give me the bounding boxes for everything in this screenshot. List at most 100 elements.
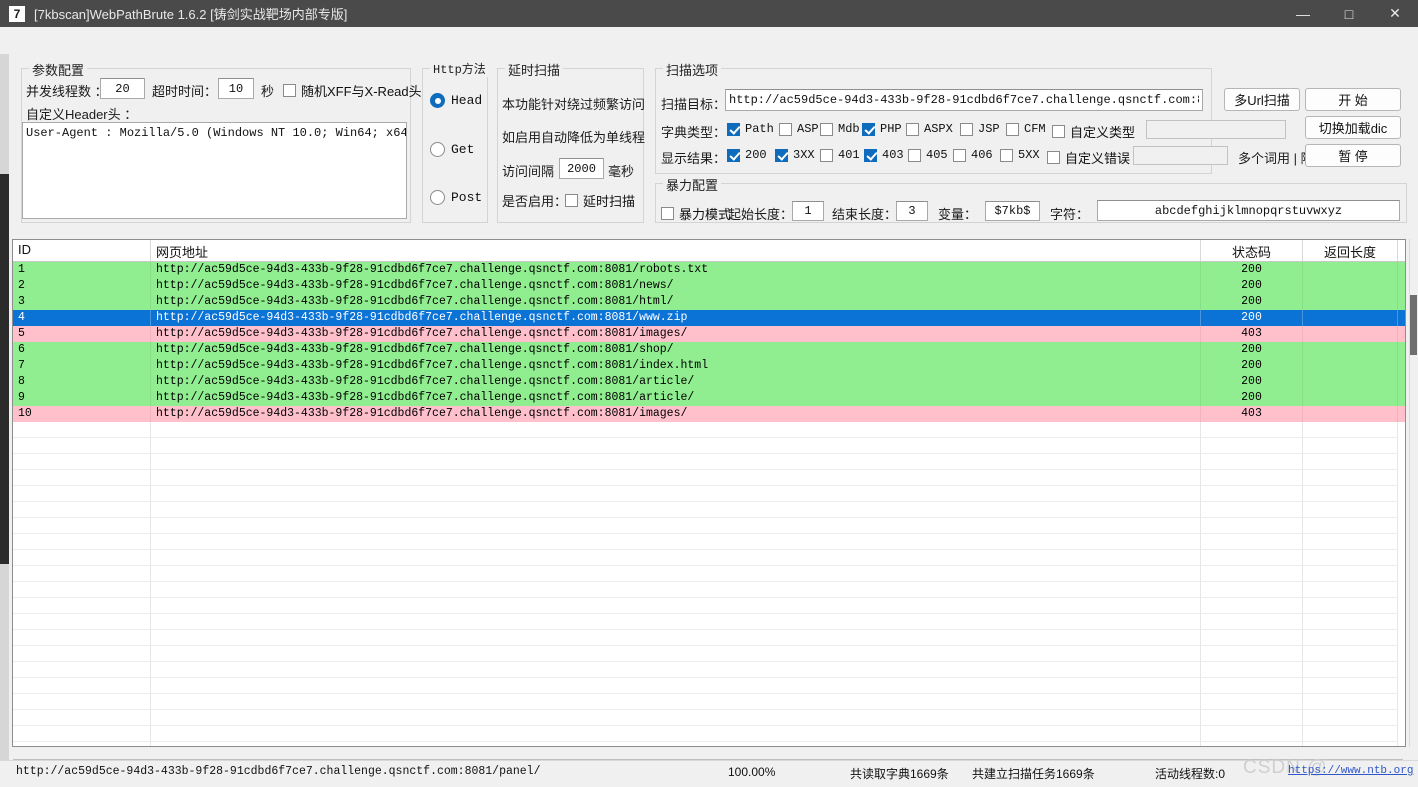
random-xff-checkbox[interactable]: 随机XFF与X-Read头: [283, 81, 422, 100]
table-empty-cell: [1201, 566, 1303, 582]
table-row[interactable]: 7 http://ac59d5ce-94d3-433b-9f28-91cdbd6f…: [13, 358, 1405, 374]
table-empty-row[interactable]: [13, 694, 1405, 710]
table-empty-cell: [151, 486, 1201, 502]
dict-type-asp[interactable]: ASP: [779, 122, 819, 136]
table-row[interactable]: 1 http://ac59d5ce-94d3-433b-9f28-91cdbd6f…: [13, 262, 1405, 278]
table-empty-row[interactable]: [13, 550, 1405, 566]
table-empty-cell: [13, 550, 151, 566]
page-scrollbar-left[interactable]: [0, 54, 9, 787]
table-row[interactable]: 6 http://ac59d5ce-94d3-433b-9f28-91cdbd6f…: [13, 342, 1405, 358]
results-scrollbar-thumb[interactable]: [1410, 295, 1417, 355]
status-filter-custom-input[interactable]: [1133, 146, 1228, 165]
table-empty-row[interactable]: [13, 566, 1405, 582]
dict-type-path[interactable]: Path: [727, 122, 774, 136]
table-empty-cell: [151, 694, 1201, 710]
brute-start-len-input[interactable]: [792, 201, 824, 221]
status-filter-3xx[interactable]: 3XX: [775, 148, 815, 162]
column-header-id[interactable]: ID: [13, 240, 151, 261]
dict-type-php[interactable]: PHP: [862, 122, 902, 136]
table-row[interactable]: 9 http://ac59d5ce-94d3-433b-9f28-91cdbd6f…: [13, 390, 1405, 406]
table-empty-cell: [151, 710, 1201, 726]
table-empty-row[interactable]: [13, 742, 1405, 746]
status-filter-405[interactable]: 405: [908, 148, 948, 162]
table-empty-row[interactable]: [13, 614, 1405, 630]
threads-input[interactable]: [100, 78, 145, 99]
maximize-icon[interactable]: □: [1326, 0, 1372, 27]
dict-type-mdb[interactable]: Mdb: [820, 122, 860, 136]
dict-type-jsp[interactable]: JSP: [960, 122, 1000, 136]
table-empty-cell: [1201, 614, 1303, 630]
status-filter-406[interactable]: 406: [953, 148, 993, 162]
close-icon[interactable]: ✕: [1372, 0, 1418, 27]
brute-variable-input[interactable]: [985, 201, 1040, 221]
table-empty-row[interactable]: [13, 438, 1405, 454]
multi-url-scan-button[interactable]: 多Url扫描: [1224, 88, 1300, 111]
status-filter-405-box: [908, 148, 921, 162]
status-filter-5xx[interactable]: 5XX: [1000, 148, 1040, 162]
table-empty-row[interactable]: [13, 726, 1405, 742]
watermark-link[interactable]: https://www.ntb.org: [1288, 765, 1413, 777]
brute-variable-label: 变量：: [938, 207, 978, 222]
http-method-head[interactable]: Head: [430, 93, 482, 108]
table-empty-row[interactable]: [13, 502, 1405, 518]
table-empty-row[interactable]: [13, 534, 1405, 550]
table-cell-url: http://ac59d5ce-94d3-433b-9f28-91cdbd6f7…: [151, 326, 1201, 342]
table-empty-row[interactable]: [13, 518, 1405, 534]
table-empty-row[interactable]: [13, 582, 1405, 598]
start-button[interactable]: 开 始: [1305, 88, 1401, 111]
timeout-input[interactable]: [218, 78, 254, 99]
delay-interval-input[interactable]: [559, 158, 604, 179]
table-cell-id: 7: [13, 358, 151, 374]
http-method-get[interactable]: Get: [430, 142, 474, 157]
table-empty-row[interactable]: [13, 486, 1405, 502]
table-row[interactable]: 2 http://ac59d5ce-94d3-433b-9f28-91cdbd6f…: [13, 278, 1405, 294]
dict-type-custom-input[interactable]: [1146, 120, 1286, 139]
table-empty-row[interactable]: [13, 470, 1405, 486]
brute-charset-input[interactable]: [1097, 200, 1400, 221]
table-empty-row[interactable]: [13, 422, 1405, 438]
minimize-icon[interactable]: —: [1280, 0, 1326, 27]
table-empty-row[interactable]: [13, 678, 1405, 694]
table-cell-id: 6: [13, 342, 151, 358]
table-row[interactable]: 8 http://ac59d5ce-94d3-433b-9f28-91cdbd6f…: [13, 374, 1405, 390]
delay-enable-checkbox[interactable]: 延时扫描: [565, 191, 635, 210]
table-empty-row[interactable]: [13, 454, 1405, 470]
brute-mode-checkbox[interactable]: 暴力模式: [661, 204, 731, 223]
table-empty-cell: [1201, 502, 1303, 518]
switch-dic-button[interactable]: 切换加载dic: [1305, 116, 1401, 139]
http-method-post[interactable]: Post: [430, 190, 482, 205]
table-empty-row[interactable]: [13, 646, 1405, 662]
timeout-label: 超时时间：: [152, 84, 218, 99]
table-row[interactable]: 4 http://ac59d5ce-94d3-433b-9f28-91cdbd6f…: [13, 310, 1405, 326]
table-cell-code: 200: [1201, 390, 1303, 406]
scan-target-input[interactable]: [725, 89, 1203, 111]
dict-type-custom[interactable]: 自定义类型: [1052, 122, 1135, 141]
results-table[interactable]: ID 网页地址 状态码 返回长度 1 http://ac59d5ce-94d3-4…: [12, 239, 1406, 747]
dict-type-cfm[interactable]: CFM: [1006, 122, 1046, 136]
http-method-group-legend: Http方法: [430, 60, 489, 77]
status-filter-200[interactable]: 200: [727, 148, 767, 162]
column-header-length[interactable]: 返回长度: [1303, 240, 1398, 261]
delay-interval-unit: 毫秒: [608, 164, 635, 179]
table-empty-cell: [151, 726, 1201, 742]
brute-end-len-input[interactable]: [896, 201, 928, 221]
pause-button[interactable]: 暂 停: [1305, 144, 1401, 167]
column-header-url[interactable]: 网页地址: [151, 240, 1201, 261]
status-filter-custom[interactable]: 自定义错误: [1047, 148, 1130, 167]
table-empty-cell: [1201, 534, 1303, 550]
dict-type-aspx[interactable]: ASPX: [906, 122, 953, 136]
column-header-status[interactable]: 状态码: [1201, 240, 1303, 261]
custom-header-textarea[interactable]: User-Agent : Mozilla/5.0 (Windows NT 10.…: [22, 122, 407, 219]
page-scrollbar-left-thumb[interactable]: [0, 174, 9, 564]
table-row[interactable]: 3 http://ac59d5ce-94d3-433b-9f28-91cdbd6f…: [13, 294, 1405, 310]
table-row[interactable]: 10 http://ac59d5ce-94d3-433b-9f28-91cdbd6…: [13, 406, 1405, 422]
table-empty-row[interactable]: [13, 662, 1405, 678]
table-empty-row[interactable]: [13, 710, 1405, 726]
table-empty-row[interactable]: [13, 630, 1405, 646]
status-filter-403[interactable]: 403: [864, 148, 904, 162]
status-filter-401[interactable]: 401: [820, 148, 860, 162]
table-empty-cell: [1303, 646, 1398, 662]
table-empty-row[interactable]: [13, 598, 1405, 614]
table-row[interactable]: 5 http://ac59d5ce-94d3-433b-9f28-91cdbd6f…: [13, 326, 1405, 342]
radio-post-circle: [430, 190, 445, 205]
